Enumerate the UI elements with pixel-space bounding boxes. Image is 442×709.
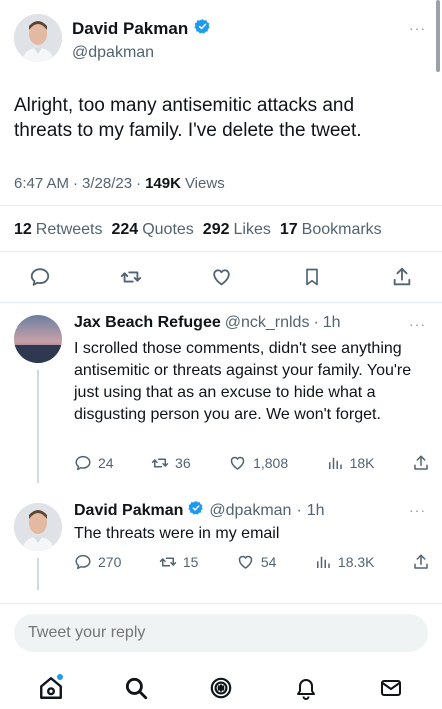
tweet-text: Alright, too many antisemitic attacks an… <box>14 95 362 141</box>
reply-time[interactable]: 1h <box>307 502 325 520</box>
separator: · <box>136 175 142 192</box>
retweet-icon <box>151 458 169 468</box>
views-icon <box>316 556 330 568</box>
reply-author-name[interactable]: David Pakman <box>74 502 183 520</box>
quotes-count: 224 <box>111 221 139 238</box>
like-icon[interactable] <box>201 262 241 292</box>
avatar[interactable] <box>14 315 62 363</box>
avatar[interactable] <box>14 503 62 551</box>
divider <box>0 603 442 604</box>
thread-line <box>37 558 39 590</box>
reply-count: 24 <box>98 455 114 471</box>
likes-count: 292 <box>202 221 230 238</box>
bookmark-icon[interactable] <box>292 262 332 292</box>
retweet-button[interactable]: 36 <box>151 454 191 472</box>
views-icon <box>328 457 342 469</box>
retweet-count: 15 <box>182 554 199 570</box>
reply-button[interactable]: 270 <box>74 553 121 571</box>
like-icon <box>238 555 253 569</box>
reply-author-name[interactable]: Jax Beach Refugee <box>74 314 221 332</box>
like-icon <box>230 456 245 470</box>
reply-button[interactable]: 24 <box>74 454 114 472</box>
bookmarks-stat[interactable]: 17 Bookmarks <box>280 221 382 239</box>
search-icon[interactable] <box>116 668 156 708</box>
reply-input[interactable] <box>14 614 428 652</box>
reply-count: 270 <box>98 554 122 570</box>
avatar[interactable] <box>14 14 62 62</box>
author-name[interactable]: David Pakman <box>72 19 188 39</box>
reply-icon[interactable] <box>20 262 60 292</box>
retweets-stat[interactable]: 12 Retweets <box>14 221 103 239</box>
spaces-icon[interactable] <box>201 668 241 708</box>
likes-label: Likes <box>233 221 271 238</box>
share-button[interactable] <box>412 553 430 571</box>
author-handle[interactable]: @dpakman <box>72 44 211 62</box>
retweet-icon[interactable] <box>111 262 151 292</box>
reply-icon <box>75 455 91 471</box>
reply-author-handle[interactable]: @dpakman <box>209 502 291 520</box>
retweets-count: 12 <box>14 221 32 238</box>
share-button[interactable] <box>412 454 430 472</box>
reply-text: I scrolled those comments, didn't see an… <box>74 340 412 423</box>
separator: · <box>296 501 302 519</box>
like-count: 1,808 <box>253 455 289 471</box>
views-label: Views <box>184 175 225 192</box>
more-options-icon[interactable]: ··· <box>409 20 426 36</box>
retweet-icon <box>159 557 177 567</box>
more-options-icon[interactable]: ··· <box>409 502 426 518</box>
share-icon <box>414 455 428 470</box>
views-count: 149K <box>145 175 181 192</box>
tweet-date[interactable]: 3/28/23 <box>82 175 132 192</box>
reply-text: The threats were in my email <box>74 525 280 542</box>
views-count: 18K <box>349 455 375 471</box>
like-button[interactable]: 1,808 <box>228 454 288 472</box>
divider <box>0 251 442 252</box>
more-options-icon[interactable]: ··· <box>409 316 426 332</box>
thread-line <box>37 370 39 483</box>
bookmarks-count: 17 <box>279 221 298 238</box>
bookmarks-label: Bookmarks <box>301 221 382 238</box>
retweet-count: 36 <box>175 455 191 471</box>
verified-badge-icon <box>194 18 211 40</box>
notifications-icon[interactable] <box>286 668 326 708</box>
retweets-label: Retweets <box>35 221 103 238</box>
likes-stat[interactable]: 292 Likes <box>203 221 271 239</box>
notification-dot <box>56 674 63 680</box>
quotes-stat[interactable]: 224 Quotes <box>112 221 194 239</box>
divider <box>0 302 442 303</box>
tweet-time[interactable]: 6:47 AM <box>14 175 69 192</box>
scrollbar[interactable] <box>436 0 440 72</box>
home-icon[interactable] <box>31 668 71 708</box>
reply-author-handle[interactable]: @nck_rnlds <box>225 314 310 332</box>
views-button[interactable]: 18K <box>326 454 375 472</box>
share-icon[interactable] <box>382 262 422 292</box>
messages-icon[interactable] <box>371 668 411 708</box>
separator: · <box>313 314 319 331</box>
views-button[interactable]: 18.3K <box>314 553 375 571</box>
verified-badge-icon <box>188 500 204 521</box>
reply-icon <box>75 554 91 570</box>
quotes-label: Quotes <box>142 221 194 238</box>
like-button[interactable]: 54 <box>236 553 277 571</box>
separator: · <box>73 175 79 192</box>
views-count: 18.3K <box>337 554 375 570</box>
reply-time[interactable]: 1h <box>323 314 341 332</box>
divider <box>0 205 442 206</box>
retweet-button[interactable]: 15 <box>159 553 199 571</box>
like-count: 54 <box>260 554 277 570</box>
share-icon <box>414 554 428 569</box>
